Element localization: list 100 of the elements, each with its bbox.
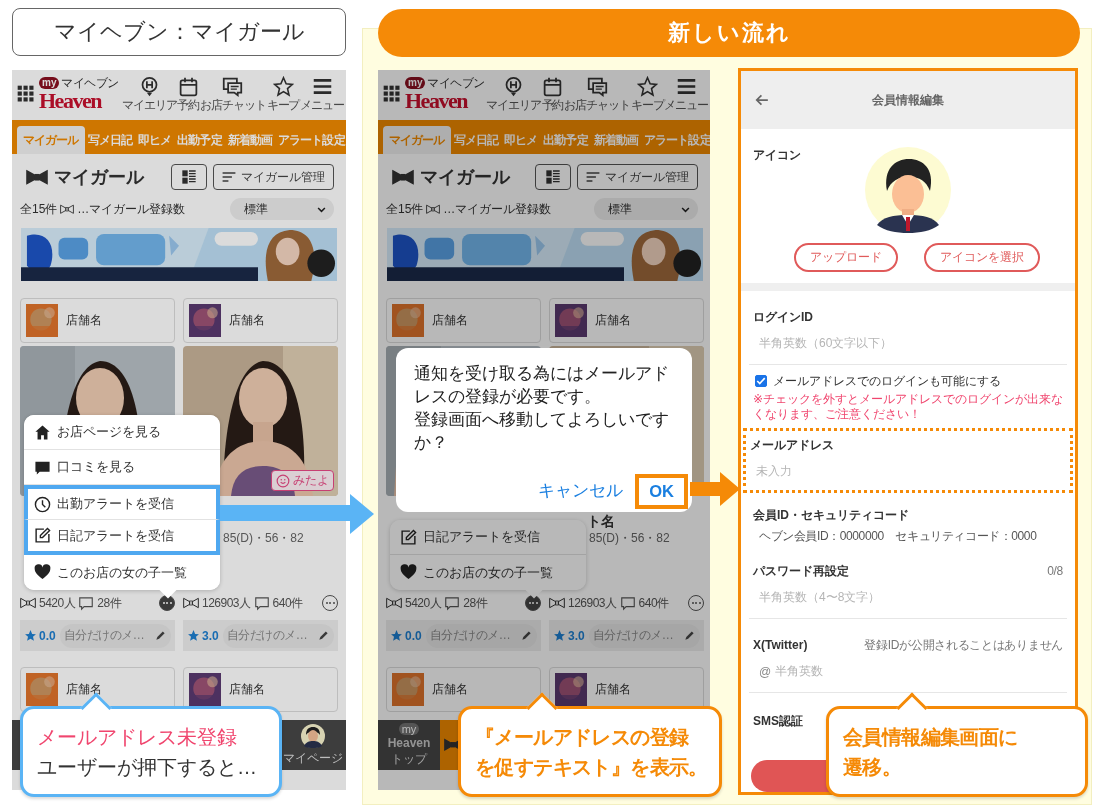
icon-button[interactable]: アイコンを選択 (924, 243, 1040, 272)
fan-count: 5420人 (405, 594, 442, 612)
list-view-icon (181, 169, 197, 185)
bow-icon (20, 597, 36, 609)
bow-icon (392, 168, 414, 186)
measurements: 85(D)・56・82 (223, 530, 305, 547)
more-button[interactable] (688, 595, 704, 611)
shop-name: 店舗名 (432, 312, 468, 329)
checkbox[interactable] (755, 375, 767, 388)
logo-badge: my (39, 77, 60, 89)
shop-name: 店舗名 (66, 681, 102, 698)
comment-icon (78, 595, 95, 611)
input-field[interactable]: @ 半角英数 (753, 661, 1063, 682)
measurements: 85(D)・56・82 (589, 530, 671, 547)
mitayo-button[interactable]: みたよ (271, 470, 334, 491)
star-icon (636, 75, 658, 97)
chat-icon (586, 75, 608, 97)
menu-item[interactable]: 日記アラートを受信 (390, 520, 586, 555)
logo-text: Heaven (387, 736, 431, 749)
logo-kana: マイヘブン (61, 76, 119, 90)
nav-button[interactable]: 予約 (177, 75, 200, 113)
field-label: アイコン (753, 147, 802, 164)
more-button[interactable] (159, 595, 175, 611)
comment-icon (253, 595, 270, 611)
checkbox-label: メールアドレスでのログインも可能にする (773, 372, 1001, 390)
nav-button[interactable]: マイエリア (121, 75, 177, 113)
review-count: 640件 (272, 594, 303, 612)
sort-select[interactable]: 標準 (230, 198, 334, 220)
logo-badge: my (405, 77, 426, 89)
nav-button[interactable]: キープ (266, 75, 300, 113)
field-note: 登録IDが公開されることはありません (864, 636, 1063, 654)
review-count: 28件 (97, 594, 122, 612)
dialog-button[interactable]: キャンセル (528, 472, 634, 510)
shop-card[interactable]: 店舗名 (183, 667, 338, 712)
star-icon (272, 75, 294, 97)
shop-card[interactable]: 店舗名 (20, 298, 175, 343)
menu-item[interactable]: このお店の女の子一覧 (24, 555, 220, 590)
shop-card[interactable]: 店舗名 (386, 667, 541, 712)
heart-icon (400, 564, 417, 581)
comment-icon (619, 595, 636, 611)
placeholder: 半角英数（4〜8文字） (759, 589, 881, 607)
count-text: 全15件 (20, 200, 58, 218)
bow-icon (26, 168, 48, 186)
nav-button[interactable]: メニュー (664, 75, 709, 113)
dialog-message: 通知を受け取る為にはメールアドレスの登録が必要です。 (414, 363, 670, 407)
calendar-icon (541, 75, 563, 97)
manage-button[interactable]: マイガール管理 (213, 164, 334, 190)
nav-button[interactable]: お店チャット (200, 75, 266, 113)
nav-button[interactable]: 予約 (541, 75, 564, 113)
section-header: 新しい流れ (378, 9, 1080, 57)
slide-title: マイヘブン：マイガール (12, 8, 346, 56)
more-button[interactable] (322, 595, 338, 611)
avatar-icon (301, 723, 325, 748)
nav-button[interactable]: キープ (630, 75, 664, 113)
nav-button[interactable]: お店チャット (564, 75, 630, 113)
edit-icon (34, 527, 51, 544)
fan-count: 126903人 (202, 594, 251, 612)
star-filled-icon (390, 629, 403, 642)
shop-name: 店舗名 (432, 681, 468, 698)
count-legend: …マイガール登録数 (443, 200, 552, 218)
view-toggle-button[interactable] (171, 164, 207, 190)
clock-icon (34, 495, 51, 513)
menu-item[interactable]: 出勤アラートを受信 (24, 485, 220, 520)
rating: 3.0 (187, 628, 219, 643)
page-heading: マイガール (420, 166, 510, 189)
field-value: ヘブン会員ID：0000000 セキュリティコード：0000 (758, 527, 1038, 545)
menu-item[interactable]: 口コミを見る (24, 450, 220, 485)
menu-item[interactable]: 日記アラートを受信 (24, 520, 220, 555)
calendar-icon (177, 75, 199, 97)
icon-button[interactable]: アップロード (794, 243, 898, 272)
rating: 0.0 (390, 628, 422, 643)
dialog-button[interactable]: OK (635, 473, 688, 509)
field-label: 会員ID・セキュリティコード (753, 506, 910, 524)
pencil-icon (521, 630, 532, 641)
shop-card[interactable]: 店舗名 (183, 298, 338, 343)
bow-icon (549, 597, 565, 609)
at-prefix: @ (759, 664, 772, 679)
menu-item[interactable]: このお店の女の子一覧 (390, 555, 586, 590)
menu-item[interactable]: お店ページを見る (24, 415, 220, 450)
shop-card[interactable]: 店舗名 (386, 298, 541, 343)
more-button[interactable] (525, 595, 541, 611)
pencil-icon (155, 630, 166, 641)
nav-button[interactable]: メニュー (300, 75, 344, 113)
field-label: ログインID (753, 308, 813, 326)
fan-count: 126903人 (568, 594, 617, 612)
sort-select[interactable]: 標準 (594, 198, 698, 220)
shop-name: 店舗名 (595, 681, 631, 698)
nav-button[interactable]: マイエリア (486, 75, 541, 113)
placeholder: 半角英数（60文字以下） (759, 335, 893, 353)
callout-text: を促すテキスト』を表示。 (475, 754, 708, 780)
star-filled-icon (187, 629, 200, 642)
girl-name: ト名 (587, 513, 615, 529)
field-label: メールアドレス (750, 436, 834, 454)
count-legend: …マイガール登録数 (77, 200, 186, 218)
manage-button[interactable]: マイガール管理 (577, 164, 698, 190)
back-button[interactable] (755, 93, 769, 107)
view-toggle-button[interactable] (535, 164, 571, 190)
shop-name: 店舗名 (595, 312, 631, 329)
shop-card[interactable]: 店舗名 (549, 298, 704, 343)
callout-text: 『メールアドレスの登録 (475, 724, 689, 750)
